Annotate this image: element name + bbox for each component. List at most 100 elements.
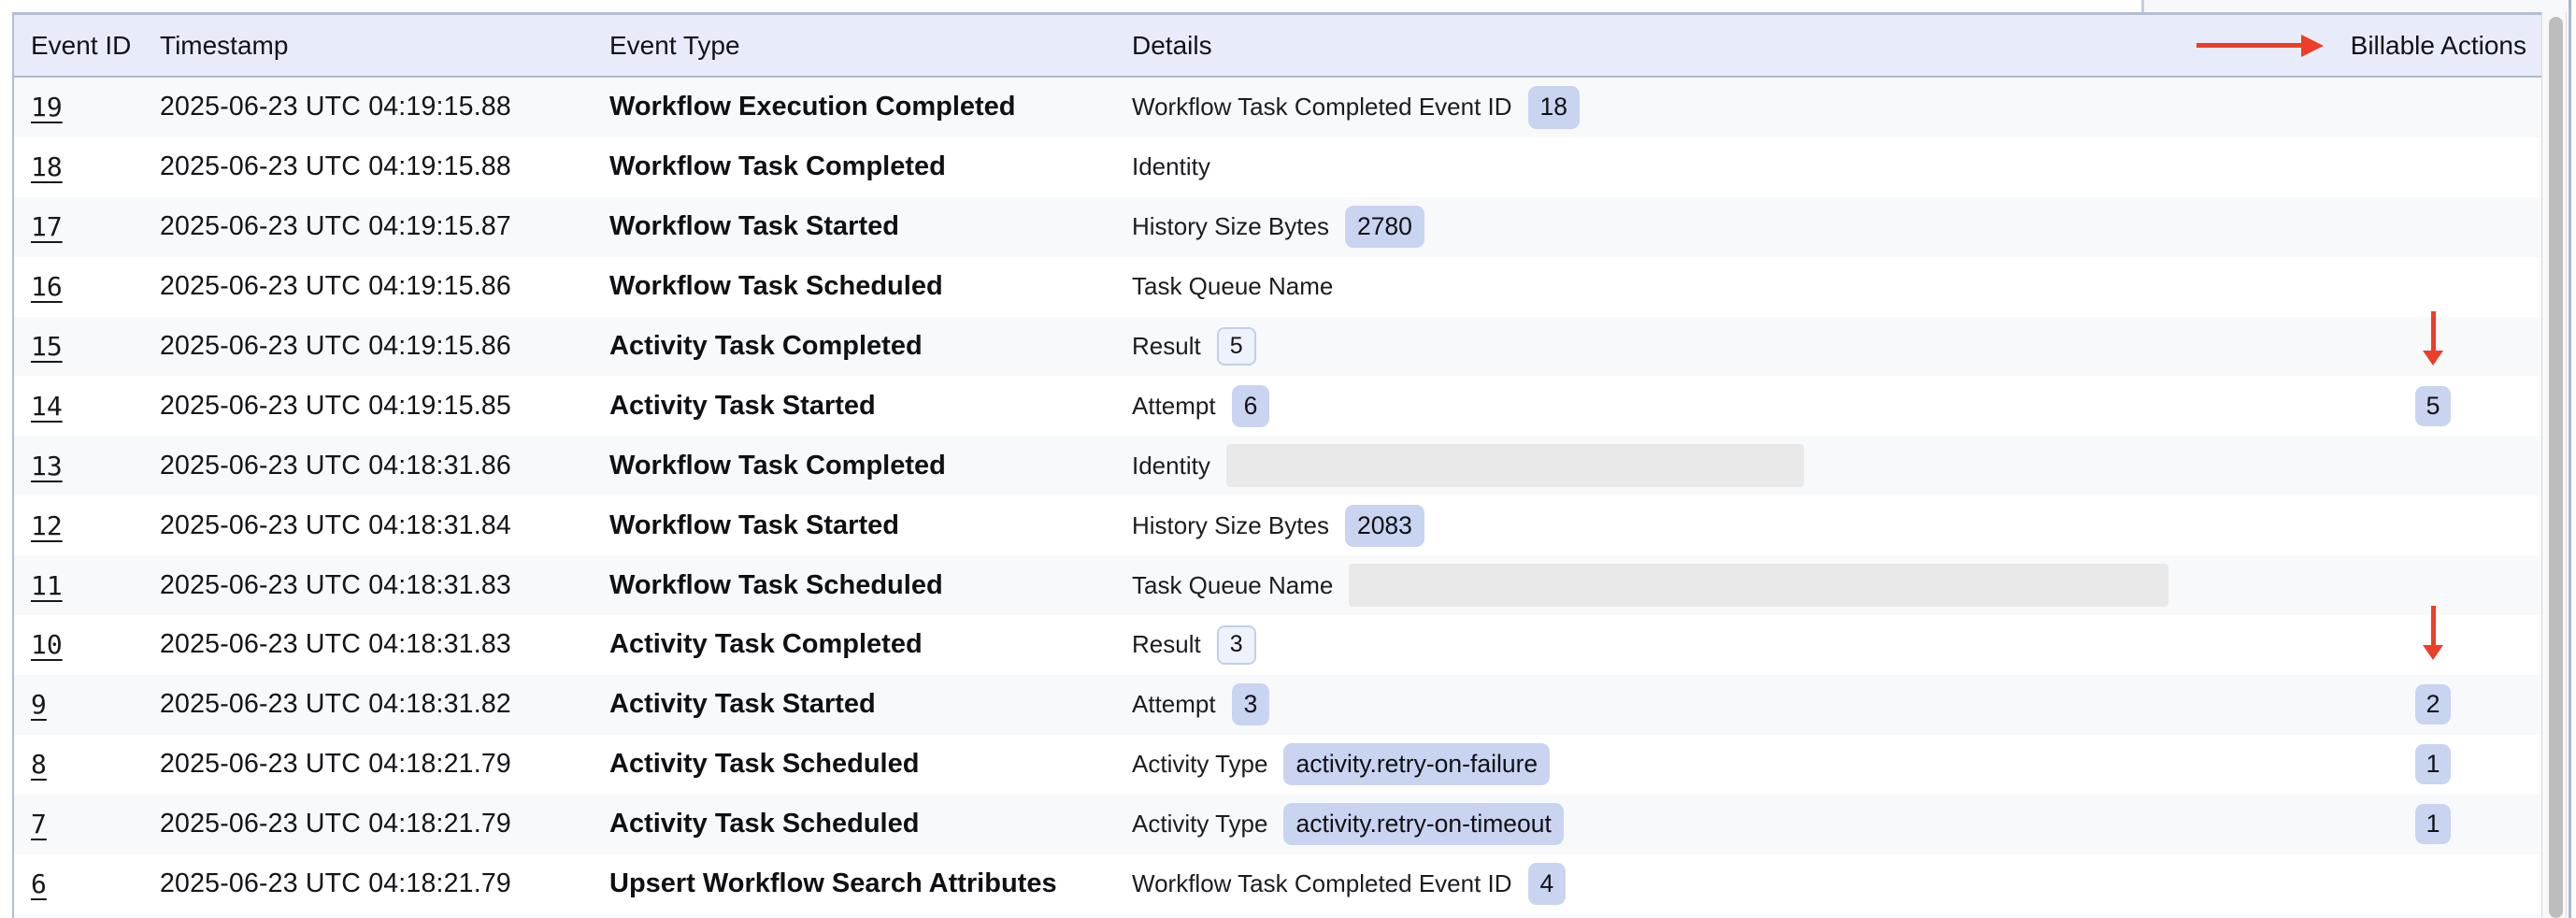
event-type: Workflow Task Scheduled	[609, 570, 943, 601]
detail-value-badge: 3	[1232, 683, 1270, 725]
outer-panel-edge	[2569, 0, 2571, 918]
top-strip	[0, 0, 2576, 12]
billable-actions-cell: 1	[2325, 735, 2541, 795]
billable-actions-cell	[2325, 78, 2541, 137]
timestamp: 2025-06-23 UTC 04:18:31.82	[160, 689, 511, 720]
red-down-arrow-icon	[2423, 606, 2443, 660]
detail-value-badge: 4	[1528, 863, 1567, 905]
table-row[interactable]: 19 2025-06-23 UTC 04:19:15.88 Workflow E…	[14, 78, 2541, 137]
event-type: Activity Task Scheduled	[609, 749, 919, 780]
top-strip-right-segment	[2144, 0, 2569, 12]
detail-value-badge: activity.retry-on-failure	[1283, 743, 1550, 785]
detail-value-badge: 3	[1217, 625, 1256, 664]
billable-actions-cell	[2325, 436, 2541, 495]
table-row[interactable]: 15 2025-06-23 UTC 04:19:15.86 Activity T…	[14, 317, 2541, 377]
billable-actions-badge: 5	[2415, 386, 2451, 426]
event-id-link[interactable]: 7	[31, 809, 47, 839]
event-id-link[interactable]: 15	[31, 331, 63, 362]
table-row[interactable]: 8 2025-06-23 UTC 04:18:21.79 Activity Ta…	[14, 735, 2541, 795]
timestamp: 2025-06-23 UTC 04:19:15.87	[160, 211, 511, 242]
event-type: Activity Task Started	[609, 391, 876, 422]
timestamp: 2025-06-23 UTC 04:19:15.88	[160, 151, 511, 182]
billable-actions-cell: 5	[2325, 376, 2541, 436]
event-id-link[interactable]: 16	[31, 271, 63, 302]
table-header-row: Event ID Timestamp Event Type Details Bi…	[14, 15, 2541, 78]
event-type: Activity Task Completed	[609, 331, 923, 362]
detail-label: Identity	[1132, 452, 1210, 481]
timestamp: 2025-06-23 UTC 04:19:15.86	[160, 331, 511, 362]
timestamp: 2025-06-23 UTC 04:19:15.85	[160, 391, 511, 422]
timestamp: 2025-06-23 UTC 04:19:15.88	[160, 92, 511, 122]
billable-actions-cell	[2325, 197, 2541, 257]
detail-label: History Size Bytes	[1132, 212, 1329, 241]
timestamp: 2025-06-23 UTC 04:18:31.84	[160, 510, 511, 541]
redacted-value-block	[1226, 444, 1804, 487]
table-row[interactable]: 12 2025-06-23 UTC 04:18:31.84 Workflow T…	[14, 495, 2541, 555]
billable-actions-cell: 1	[2325, 795, 2541, 854]
table-row[interactable]: 11 2025-06-23 UTC 04:18:31.83 Workflow T…	[14, 555, 2541, 615]
detail-label: Activity Type	[1132, 810, 1267, 839]
billable-actions-cell: 2	[2325, 675, 2541, 735]
detail-value-badge: 2083	[1345, 505, 1424, 547]
event-id-link[interactable]: 14	[31, 391, 63, 422]
detail-label: Result	[1132, 630, 1201, 659]
column-header-details: Details	[1132, 15, 2325, 76]
column-header-billable-actions: Billable Actions	[2325, 15, 2541, 76]
table-row[interactable]: 14 2025-06-23 UTC 04:19:15.85 Activity T…	[14, 376, 2541, 436]
event-history-table: Event ID Timestamp Event Type Details Bi…	[12, 12, 2541, 918]
event-id-link[interactable]: 9	[31, 689, 47, 720]
detail-label: Task Queue Name	[1132, 272, 1333, 301]
detail-label: Identity	[1132, 152, 1210, 181]
detail-label: Task Queue Name	[1132, 571, 1333, 600]
detail-label: Workflow Task Completed Event ID	[1132, 93, 1512, 122]
event-id-link[interactable]: 12	[31, 510, 63, 541]
event-type: Workflow Task Completed	[609, 151, 946, 182]
event-type: Workflow Task Scheduled	[609, 271, 943, 302]
table-row[interactable]: 7 2025-06-23 UTC 04:18:21.79 Activity Ta…	[14, 795, 2541, 854]
vertical-scrollbar-thumb[interactable]	[2549, 17, 2563, 918]
table-row[interactable]: 6 2025-06-23 UTC 04:18:21.79 Upsert Work…	[14, 854, 2541, 914]
detail-label: Workflow Task Completed Event ID	[1132, 869, 1512, 898]
next-row-edge	[14, 913, 2541, 918]
table-row[interactable]: 13 2025-06-23 UTC 04:18:31.86 Workflow T…	[14, 436, 2541, 495]
table-row[interactable]: 9 2025-06-23 UTC 04:18:31.82 Activity Ta…	[14, 675, 2541, 735]
event-id-link[interactable]: 18	[31, 151, 63, 182]
red-right-arrow-icon	[2197, 35, 2324, 57]
detail-label: Attempt	[1132, 392, 1216, 421]
detail-label: Activity Type	[1132, 750, 1267, 779]
billable-actions-badge: 1	[2415, 744, 2451, 784]
table-row[interactable]: 16 2025-06-23 UTC 04:19:15.86 Workflow T…	[14, 257, 2541, 317]
event-type: Activity Task Scheduled	[609, 809, 919, 839]
table-row[interactable]: 17 2025-06-23 UTC 04:19:15.87 Workflow T…	[14, 197, 2541, 257]
event-id-link[interactable]: 13	[31, 451, 63, 481]
event-id-link[interactable]: 17	[31, 211, 63, 242]
detail-label: Result	[1132, 332, 1201, 361]
event-type: Workflow Task Completed	[609, 451, 946, 481]
event-id-link[interactable]: 11	[31, 570, 63, 601]
event-id-link[interactable]: 8	[31, 749, 47, 780]
event-type: Workflow Task Started	[609, 510, 899, 541]
timestamp: 2025-06-23 UTC 04:18:31.83	[160, 629, 511, 660]
event-id-link[interactable]: 19	[31, 92, 63, 122]
billable-actions-badge: 1	[2415, 804, 2451, 844]
billable-actions-badge: 2	[2415, 684, 2451, 724]
event-id-link[interactable]: 10	[31, 629, 63, 660]
billable-actions-cell	[2325, 615, 2541, 675]
detail-label: Attempt	[1132, 690, 1216, 719]
detail-value-badge: 18	[1528, 86, 1580, 128]
column-header-event-id: Event ID	[14, 15, 160, 76]
detail-value-badge: activity.retry-on-timeout	[1283, 803, 1563, 845]
detail-value-badge: 6	[1232, 385, 1270, 427]
table-row[interactable]: 10 2025-06-23 UTC 04:18:31.83 Activity T…	[14, 615, 2541, 675]
billable-actions-cell	[2325, 317, 2541, 377]
event-id-link[interactable]: 6	[31, 868, 47, 899]
detail-label: History Size Bytes	[1132, 511, 1329, 540]
column-header-timestamp: Timestamp	[160, 15, 609, 76]
timestamp: 2025-06-23 UTC 04:18:31.86	[160, 451, 511, 481]
timestamp: 2025-06-23 UTC 04:18:21.79	[160, 868, 511, 899]
event-type: Workflow Execution Completed	[609, 92, 1016, 122]
table-row[interactable]: 18 2025-06-23 UTC 04:19:15.88 Workflow T…	[14, 137, 2541, 197]
redacted-value-block	[1349, 564, 2168, 607]
event-type: Upsert Workflow Search Attributes	[609, 868, 1057, 899]
detail-value-badge: 5	[1217, 327, 1256, 366]
